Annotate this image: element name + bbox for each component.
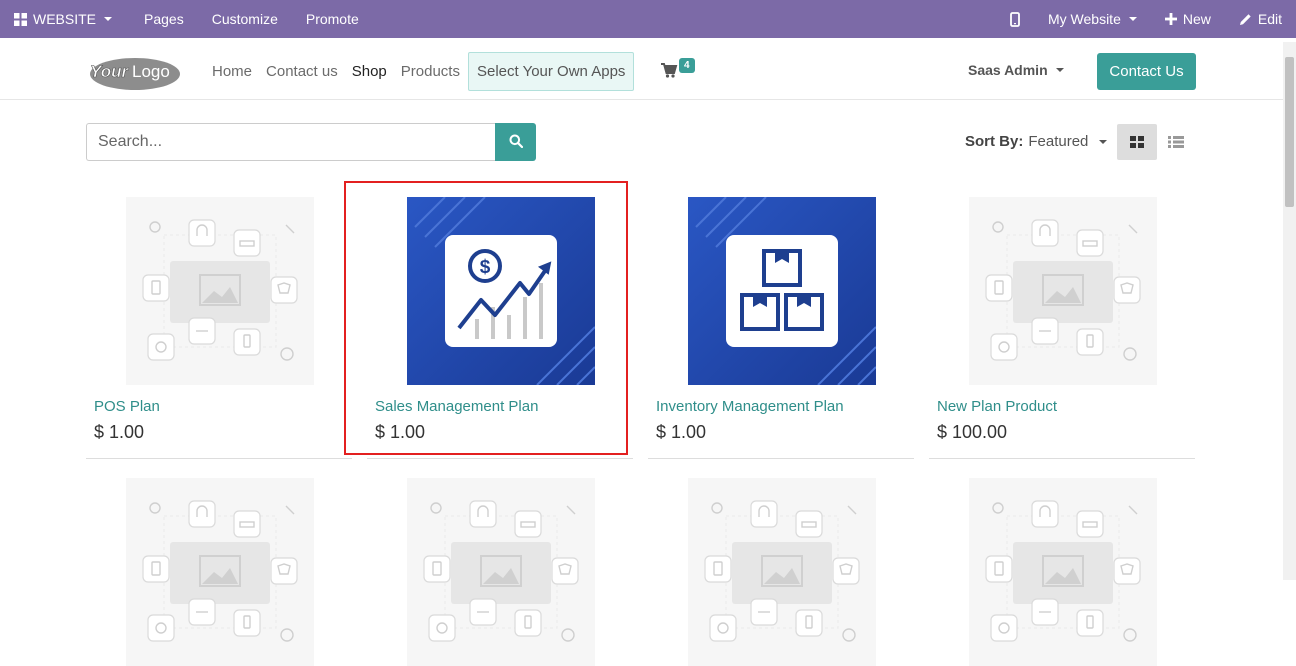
search-icon [509, 134, 523, 148]
nav-products[interactable]: Products [394, 63, 467, 80]
company-logo[interactable]: Your Logo [86, 53, 180, 91]
mobile-preview-button[interactable] [996, 0, 1034, 38]
scrollbar-thumb[interactable] [1285, 57, 1294, 207]
search-input[interactable] [86, 123, 496, 161]
edit-button[interactable]: Edit [1225, 0, 1286, 38]
site-header: Your Logo Home Contact us Shop Products … [0, 42, 1283, 100]
user-name: Saas Admin [968, 62, 1048, 78]
card-divider [648, 458, 914, 459]
product-placeholder-image[interactable] [126, 197, 314, 385]
plus-icon [1164, 13, 1177, 25]
product-card[interactable]: POS Plan $ 1.00 [86, 182, 360, 462]
svg-text:Logo: Logo [132, 62, 170, 81]
product-name[interactable]: POS Plan [94, 398, 160, 415]
menu-promote[interactable]: Promote [292, 0, 373, 38]
svg-text:Your: Your [90, 62, 129, 81]
chevron-down-icon [1055, 68, 1064, 72]
product-placeholder-image[interactable] [407, 478, 595, 666]
grid-view-button[interactable] [1117, 124, 1157, 160]
nav-contact-us[interactable]: Contact us [259, 63, 345, 80]
menu-customize[interactable]: Customize [198, 0, 292, 38]
sort-value: Featured [1028, 133, 1089, 150]
website-menu-label: WEBSITE [33, 11, 97, 27]
nav-select-your-own-apps[interactable]: Select Your Own Apps [467, 51, 635, 91]
my-website-label: My Website [1047, 11, 1121, 27]
product-name[interactable]: Inventory Management Plan [656, 398, 844, 415]
card-divider [86, 458, 352, 459]
nav-home[interactable]: Home [205, 63, 259, 80]
card-divider [929, 458, 1195, 459]
sort-label: Sort By: [965, 133, 1024, 150]
cart-count-badge: 4 [679, 58, 695, 73]
chevron-down-icon [104, 17, 113, 21]
main-nav: Home Contact us Shop Products Select You… [205, 42, 635, 100]
product-placeholder-image[interactable] [126, 478, 314, 666]
my-website-dropdown[interactable]: My Website [1034, 0, 1151, 38]
nav-shop[interactable]: Shop [345, 63, 394, 80]
product-placeholder-image[interactable] [969, 478, 1157, 666]
product-name[interactable]: New Plan Product [937, 398, 1057, 415]
product-placeholder-image[interactable] [969, 197, 1157, 385]
product-placeholder-image[interactable] [688, 478, 876, 666]
card-divider [367, 458, 633, 459]
edit-label: Edit [1257, 11, 1282, 27]
chevron-down-icon [1128, 17, 1137, 21]
list-view-icon [1168, 136, 1184, 148]
pencil-icon [1239, 13, 1251, 25]
list-view-button[interactable] [1157, 124, 1195, 160]
website-editor-bar: WEBSITE Pages Customize Promote My Websi… [0, 0, 1296, 38]
apps-grid-icon [14, 12, 27, 26]
search-button[interactable] [495, 123, 536, 161]
new-button[interactable]: New [1151, 0, 1225, 38]
user-menu[interactable]: Saas Admin [968, 62, 1064, 78]
menu-pages[interactable]: Pages [126, 0, 198, 38]
product-price: $ 1.00 [656, 422, 707, 442]
product-card[interactable]: Inventory Management Plan $ 1.00 [648, 182, 922, 462]
chevron-down-icon [1099, 139, 1108, 144]
website-menu[interactable]: WEBSITE [0, 0, 126, 38]
new-label: New [1182, 11, 1211, 27]
product-card[interactable]: New Plan Product $ 100.00 [929, 182, 1203, 462]
mobile-icon [1010, 11, 1020, 27]
product-price: $ 100.00 [937, 422, 1008, 442]
sort-dropdown[interactable]: Sort By: Featured [965, 133, 1108, 150]
contact-us-button[interactable]: Contact Us [1097, 53, 1196, 90]
boxes-icon[interactable] [688, 197, 876, 385]
product-price: $ 1.00 [94, 422, 145, 442]
grid-view-icon [1130, 136, 1144, 148]
selection-highlight [344, 181, 628, 455]
